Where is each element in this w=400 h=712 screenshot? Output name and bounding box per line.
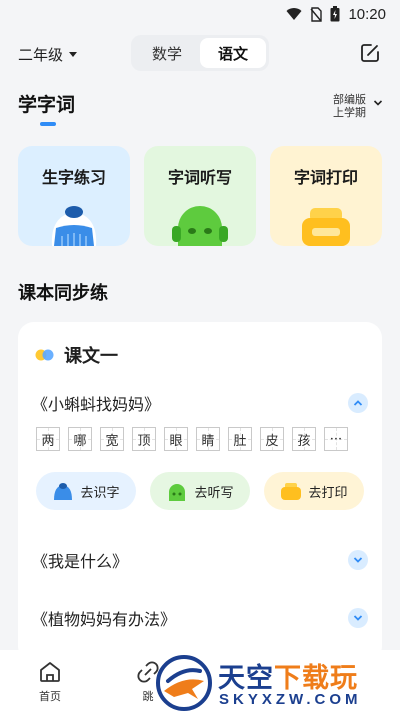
lesson-title: 课文一	[64, 346, 118, 367]
go-dictation-button[interactable]: 去听写	[150, 472, 250, 510]
home-icon	[40, 662, 60, 682]
text-title: 《我是什么》	[32, 552, 129, 571]
chevron-down-icon[interactable]	[348, 550, 368, 570]
printer-mascot-icon	[302, 208, 350, 246]
character-row: 两 哪 宽 顶 眼 睛 肚 皮 孩 ···	[36, 427, 348, 451]
char-cell[interactable]: 两	[36, 427, 60, 451]
tool-label: 字词听写	[167, 168, 232, 187]
chevron-up-icon[interactable]	[348, 393, 368, 413]
tab-math[interactable]: 数学	[134, 38, 200, 68]
header: 二年级 数学 语文	[0, 34, 400, 74]
tab-chinese[interactable]: 语文	[200, 38, 266, 68]
edition-name: 部编版	[333, 93, 366, 106]
edition-selector[interactable]: 部编版 上学期	[333, 93, 366, 119]
char-cell[interactable]: 眼	[164, 427, 188, 451]
char-cell[interactable]: 哪	[68, 427, 92, 451]
lesson-card: 课文一 《小蝌蚪找妈妈》 两 哪 宽 顶 眼 睛 肚 皮 孩 ··· 去识字 去…	[18, 322, 382, 662]
char-cell[interactable]: 睛	[196, 427, 220, 451]
watermark-url: SKYXZW.COM	[219, 691, 362, 708]
printer-mascot-icon	[281, 483, 302, 500]
more-chars-button[interactable]: ···	[324, 427, 348, 451]
bell-mascot-icon	[54, 483, 73, 500]
action-label: 去打印	[308, 485, 348, 501]
text-title: 《小蝌蚪找妈妈》	[32, 395, 161, 414]
text-title: 《植物妈妈有办法》	[32, 610, 177, 629]
headphone-mascot-icon	[169, 484, 186, 501]
chevron-down-icon[interactable]	[348, 608, 368, 628]
nav-label: 首页	[39, 690, 61, 703]
airplane-logo-icon	[156, 655, 212, 711]
action-row: 去识字 去听写 去打印	[36, 472, 364, 510]
char-cell[interactable]: 宽	[100, 427, 124, 451]
char-cell[interactable]: 皮	[260, 427, 284, 451]
grade-selector[interactable]: 二年级	[18, 44, 78, 65]
action-label: 去听写	[194, 485, 234, 501]
status-bar: 10:20	[0, 0, 400, 28]
grade-label: 二年级	[18, 46, 64, 64]
wifi-icon	[286, 8, 302, 20]
subject-switch: 数学 语文	[131, 35, 269, 71]
learn-chars-button[interactable]: 去识字	[36, 472, 136, 510]
bell-mascot-icon	[51, 206, 97, 246]
tool-label: 生字练习	[41, 168, 106, 187]
edition-term: 上学期	[333, 106, 366, 119]
text-row-plant-mothers[interactable]: 《植物妈妈有办法》	[32, 605, 368, 631]
chevron-down-icon[interactable]	[373, 99, 383, 107]
nav-item-home[interactable]: 首页	[38, 660, 62, 704]
headphone-mascot-icon	[172, 206, 228, 246]
text-row-tadpole[interactable]: 《小蝌蚪找妈妈》	[32, 390, 368, 416]
dots-icon	[35, 349, 54, 361]
status-time: 10:20	[348, 5, 386, 23]
section-title-words: 学字词	[18, 94, 76, 116]
tool-card-dictation[interactable]: 字词听写	[144, 146, 256, 246]
lesson-header: 课文一	[34, 342, 118, 368]
tool-label: 字词打印	[293, 168, 358, 187]
caret-down-icon	[69, 52, 78, 57]
battery-icon	[330, 6, 340, 22]
edit-icon[interactable]	[360, 43, 380, 63]
text-row-what-am-i[interactable]: 《我是什么》	[32, 547, 368, 573]
watermark-brand: 天空下载玩	[218, 663, 358, 694]
action-label: 去识字	[80, 485, 120, 501]
site-watermark: 天空下载玩 SKYXZW.COM	[152, 654, 400, 712]
char-cell[interactable]: 孩	[292, 427, 316, 451]
char-cell[interactable]: 肚	[228, 427, 252, 451]
no-sim-icon	[310, 6, 323, 22]
title-underline	[40, 122, 56, 126]
section-title-sync: 课本同步练	[18, 283, 108, 304]
tool-card-print[interactable]: 字词打印	[270, 146, 382, 246]
char-cell[interactable]: 顶	[132, 427, 156, 451]
go-print-button[interactable]: 去打印	[264, 472, 364, 510]
tool-card-char-practice[interactable]: 生字练习	[18, 146, 130, 246]
